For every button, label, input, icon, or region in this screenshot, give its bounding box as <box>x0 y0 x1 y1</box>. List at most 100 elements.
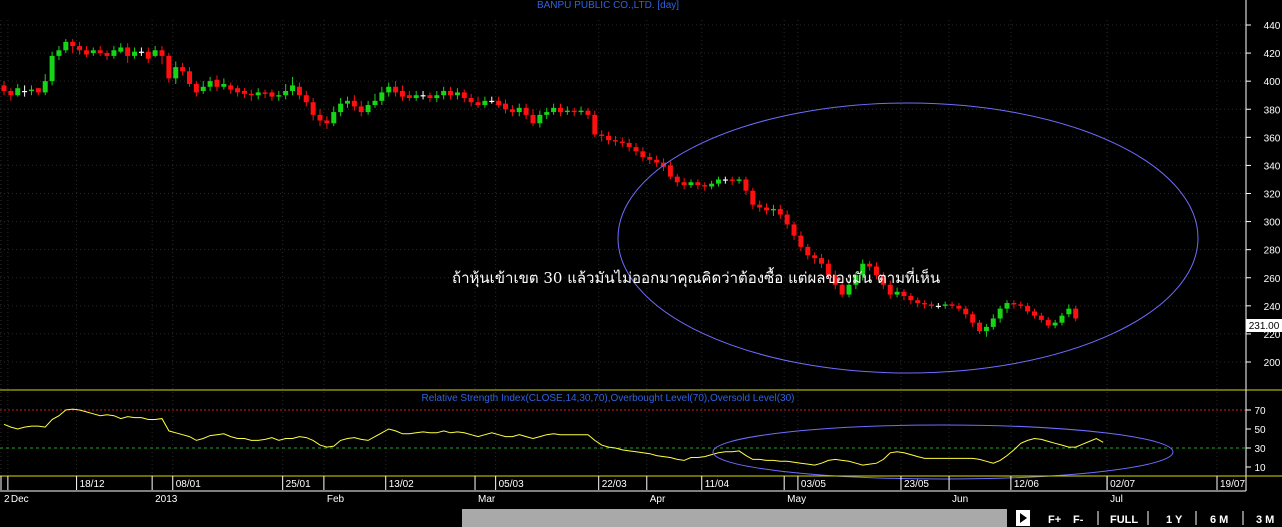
period-full-button[interactable]: FULL <box>1110 514 1138 526</box>
candle-body <box>200 86 206 91</box>
candle-body <box>1066 308 1072 315</box>
price-gridlines <box>0 20 1246 476</box>
candle-body <box>935 305 941 308</box>
candle-body <box>70 41 76 47</box>
date-label: Mar <box>478 494 496 505</box>
price-tick-label: 200 <box>1264 358 1281 369</box>
chart-title: BANPU PUBLIC CO.,LTD. [day] <box>537 0 679 11</box>
date-label: Jun <box>952 494 968 505</box>
horizontal-scrollbar[interactable] <box>462 509 1007 527</box>
date-label: 13/02 <box>389 479 414 490</box>
candle-body <box>434 95 440 99</box>
date-label: Dec <box>11 494 29 505</box>
candle-body <box>612 140 618 142</box>
rsi-tick-label: 30 <box>1254 444 1266 455</box>
candle-body <box>695 182 701 186</box>
candle-body <box>489 100 495 103</box>
candle-body <box>159 50 165 56</box>
candle-body <box>28 89 34 91</box>
candle-body <box>248 93 254 96</box>
candlestick-series <box>1 39 1079 337</box>
candle-body <box>509 109 515 113</box>
candle-body <box>516 107 522 113</box>
candle-body <box>715 179 721 184</box>
candle-body <box>276 95 282 97</box>
candle-body <box>35 88 41 93</box>
candle-body <box>770 208 776 211</box>
candle-body <box>928 304 934 306</box>
price-y-axis: 200220240260280300320340360380400420440 <box>1246 21 1281 369</box>
candle-body <box>654 159 660 163</box>
candle-body <box>214 79 220 87</box>
rsi-line <box>3 408 1104 466</box>
candle-body <box>633 147 639 152</box>
candle-body <box>475 102 481 106</box>
price-tick-label: 420 <box>1264 49 1281 60</box>
date-label: 2 <box>4 494 10 505</box>
zoom-in-button[interactable]: F+ <box>1048 514 1061 526</box>
candle-body <box>468 98 474 103</box>
candle-body <box>49 55 55 82</box>
candle-body <box>255 92 261 96</box>
candle-body <box>990 318 996 327</box>
candle-body <box>606 135 612 141</box>
candle-body <box>819 258 825 264</box>
candle-body <box>290 85 296 91</box>
candle-body <box>63 41 69 51</box>
candle-body <box>296 86 302 96</box>
candle-body <box>571 110 577 113</box>
date-label: 23/05 <box>904 479 929 490</box>
candle-body <box>798 235 804 247</box>
candle-body <box>111 50 117 56</box>
date-label: 25/01 <box>286 479 311 490</box>
candle-body <box>132 51 138 56</box>
candle-body <box>413 95 419 99</box>
date-label: 03/05 <box>801 479 826 490</box>
candle-body <box>523 107 529 115</box>
candle-body <box>358 106 364 113</box>
candle-body <box>97 50 103 54</box>
candle-body <box>448 90 454 96</box>
candle-body <box>8 90 14 96</box>
candle-body <box>56 50 62 56</box>
date-label: 22/03 <box>602 479 627 490</box>
candle-body <box>949 304 955 306</box>
candle-body <box>104 53 110 56</box>
bottom-toolbar: F+ F- FULL 1 Y 6 M 3 M <box>0 508 1282 527</box>
highlight-ellipse-rsi <box>712 424 1174 480</box>
candle-body <box>812 255 818 259</box>
period-1y-button[interactable]: 1 Y <box>1166 514 1183 526</box>
period-3m-button[interactable]: 3 M <box>1256 514 1274 526</box>
candle-body <box>351 100 357 107</box>
candle-body <box>1045 319 1051 326</box>
candle-body <box>420 95 426 97</box>
candle-body <box>496 100 502 106</box>
candle-body <box>1073 308 1079 319</box>
candle-body <box>997 308 1003 319</box>
date-label: 11/04 <box>705 479 730 490</box>
date-label: Jul <box>1110 494 1123 505</box>
price-tick-label: 260 <box>1264 274 1281 285</box>
candle-body <box>551 107 557 113</box>
candle-body <box>674 176 680 183</box>
date-label: 05/03 <box>499 479 524 490</box>
candle-body <box>1032 311 1037 316</box>
candle-body <box>619 141 625 143</box>
candle-body <box>901 291 907 297</box>
candle-body <box>454 92 460 96</box>
zoom-out-button[interactable]: F- <box>1073 514 1084 526</box>
candle-body <box>1011 303 1017 305</box>
last-price-label: 231.00 <box>1249 321 1280 332</box>
candle-body <box>90 50 96 54</box>
candle-body <box>317 114 323 121</box>
rsi-tick-label: 70 <box>1254 406 1266 417</box>
candle-body <box>709 183 715 187</box>
candle-body <box>283 90 289 96</box>
period-6m-button[interactable]: 6 M <box>1210 514 1228 526</box>
date-label: 18/12 <box>80 479 105 490</box>
candle-body <box>372 100 378 106</box>
candle-body <box>207 81 213 87</box>
candle-body <box>262 92 268 94</box>
candle-body <box>1059 315 1065 323</box>
candle-body <box>791 224 797 236</box>
